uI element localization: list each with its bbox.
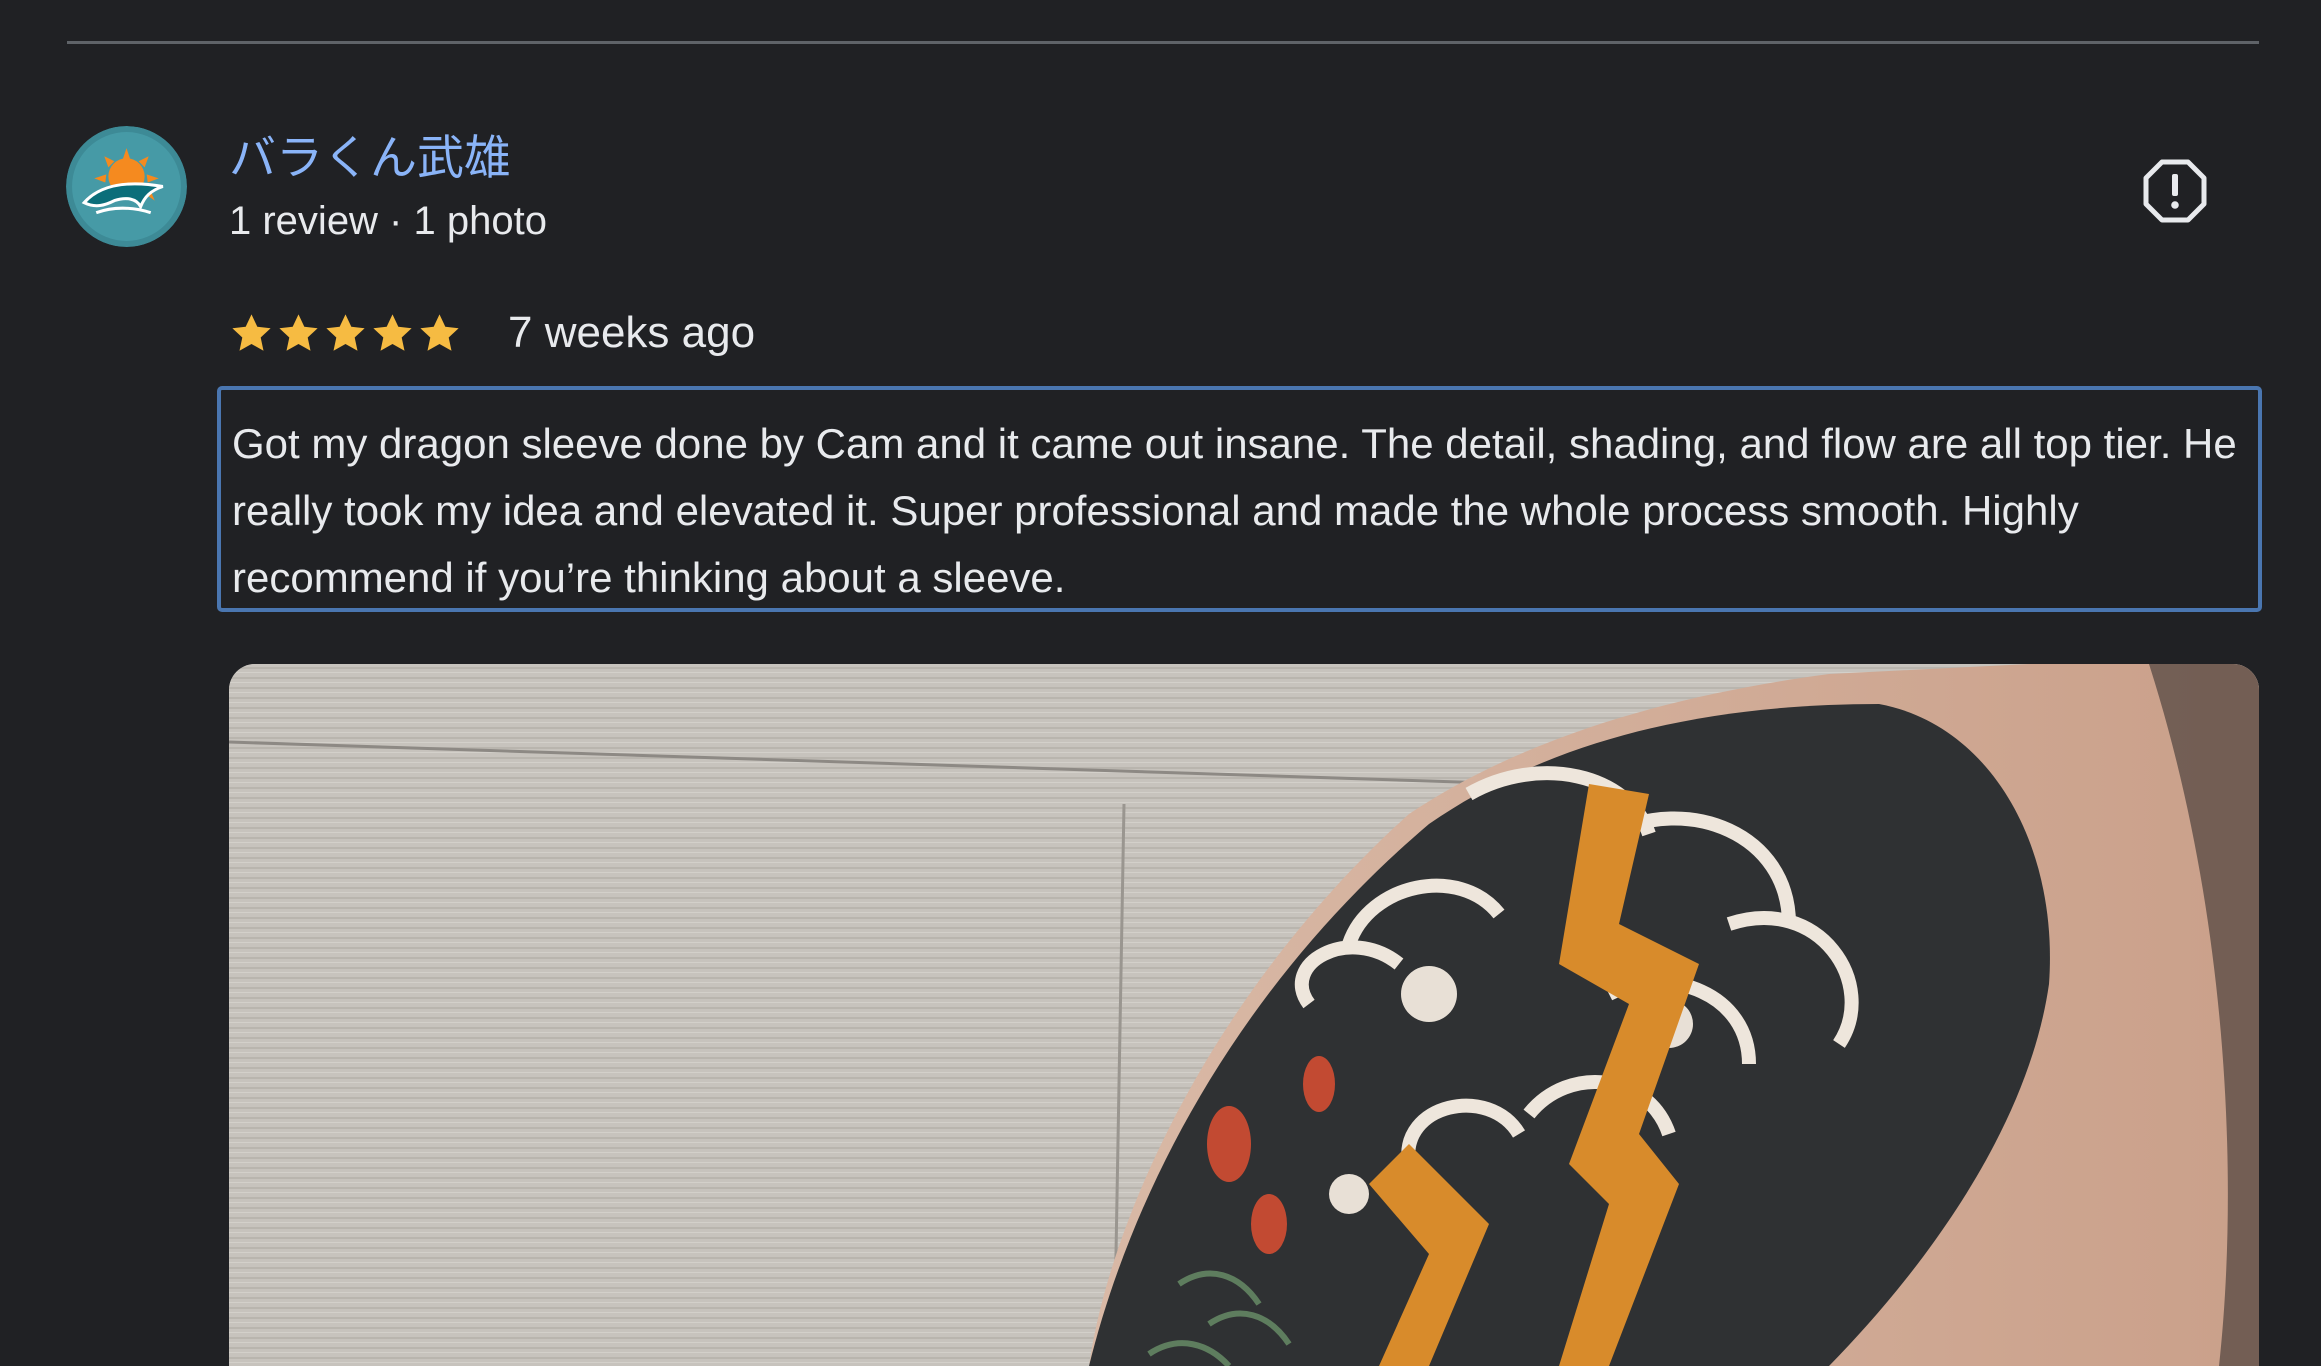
review-date: 7 weeks ago: [508, 308, 756, 357]
star-icon: [323, 311, 368, 356]
review-photo[interactable]: [229, 664, 2259, 1366]
star-icon: [417, 311, 462, 356]
reviewer-name-link[interactable]: バラくん武雄: [229, 128, 511, 188]
report-octagon-icon: [2143, 159, 2207, 223]
star-icon: [229, 311, 274, 356]
review-text: Got my dragon sleeve done by Cam and it …: [232, 420, 2237, 601]
report-button[interactable]: [2141, 157, 2209, 225]
review-text-box[interactable]: Got my dragon sleeve done by Cam and it …: [217, 386, 2262, 612]
reviewer-meta: 1 review · 1 photo: [229, 199, 547, 243]
rating-row: 7 weeks ago: [229, 300, 755, 366]
section-divider: [67, 41, 2259, 44]
review-photo-image: [229, 664, 2259, 1366]
reviewer-avatar[interactable]: [66, 126, 187, 247]
star-icon: [276, 311, 321, 356]
star-rating: [229, 311, 464, 356]
dolphin-logo-icon: [66, 126, 187, 247]
star-icon: [370, 311, 415, 356]
